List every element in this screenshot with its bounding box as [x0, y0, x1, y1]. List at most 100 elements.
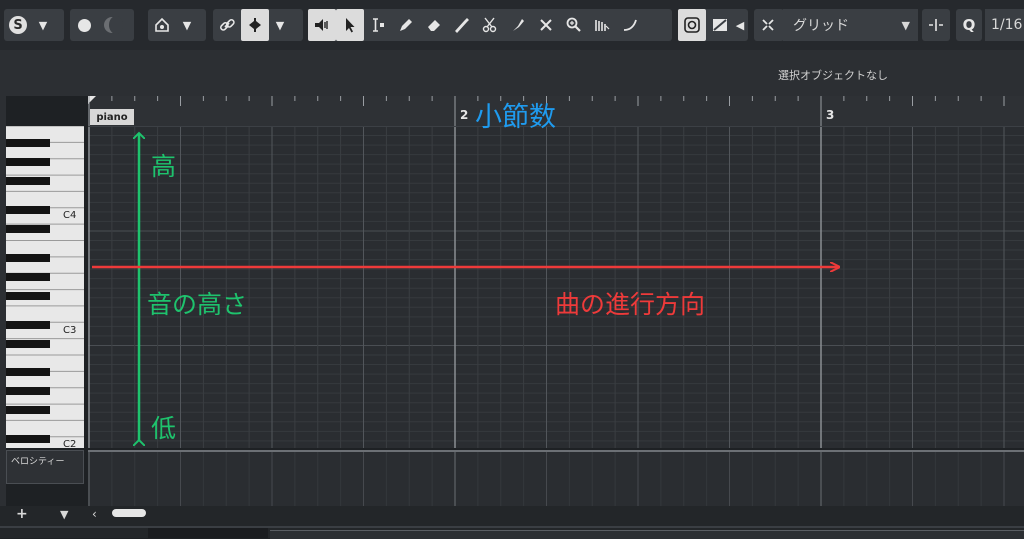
black-key[interactable] [6, 177, 50, 186]
quantize-value: 1/16 [991, 17, 1023, 33]
edit-icon [684, 17, 700, 33]
quantize-label: Q [962, 16, 976, 34]
add-lane-button[interactable]: + [16, 506, 28, 522]
range-tool[interactable] [364, 9, 392, 41]
chevron-down-icon[interactable]: ▼ [176, 9, 198, 41]
snap-button[interactable] [706, 9, 734, 41]
chevron-left-icon[interactable]: ◀ [734, 9, 746, 41]
black-key[interactable] [6, 253, 50, 262]
piano-keyboard[interactable]: C4 C3 C2 [6, 126, 84, 448]
black-key[interactable] [6, 320, 50, 329]
note-editor-area[interactable] [88, 96, 1024, 448]
measure-number: 2 [460, 108, 469, 122]
ruler[interactable] [88, 96, 1024, 127]
snap-point-group [754, 9, 784, 41]
white-key-lines [6, 126, 84, 438]
pointer-icon [346, 18, 355, 33]
monitor-button[interactable] [98, 9, 126, 41]
grid-type-select[interactable]: グリッド ▼ [783, 9, 918, 41]
line-tool-icon [595, 20, 610, 31]
black-key[interactable] [6, 406, 50, 415]
black-key[interactable] [6, 339, 50, 348]
link-group: ▼ [213, 9, 303, 41]
mute-tool[interactable] [532, 9, 560, 41]
glue-tool[interactable] [504, 9, 532, 41]
quantize-button[interactable]: Q [956, 9, 982, 41]
scroll-left-icon[interactable]: ‹ [92, 507, 97, 521]
black-key[interactable] [6, 435, 50, 444]
chevron-down-icon[interactable]: ▼ [32, 9, 54, 41]
record-button[interactable] [70, 9, 98, 41]
zoom-tool[interactable] [560, 9, 588, 41]
measure-annotation: 小節数 [475, 102, 556, 133]
black-key[interactable] [6, 272, 50, 281]
measure-number: 3 [826, 108, 835, 122]
erase-tool[interactable] [420, 9, 448, 41]
trim-tool[interactable] [448, 9, 476, 41]
horizontal-scrollbar-thumb[interactable] [112, 509, 146, 517]
autoscroll-button[interactable] [241, 9, 269, 41]
black-key[interactable] [6, 206, 50, 215]
grid-type-value: グリッド [793, 18, 849, 34]
selection-status: 選択オブジェクトなし [778, 69, 888, 82]
quantize-offset-button[interactable] [922, 9, 950, 41]
black-key[interactable] [6, 387, 50, 396]
key-label-c3: C3 [63, 325, 77, 336]
draw-tool[interactable] [392, 9, 420, 41]
black-key[interactable] [6, 368, 50, 377]
solo-icon: S [9, 16, 27, 34]
chevron-down-icon[interactable]: ▼ [269, 9, 291, 41]
high-annotation: 高 [151, 152, 177, 181]
pitch-annotation: 音の高さ [147, 290, 248, 319]
tools-group [308, 9, 672, 41]
record-icon [77, 18, 91, 32]
speaker-icon [315, 19, 328, 31]
inspector-group: ▼ [148, 9, 206, 41]
quantize-offset-group [922, 9, 950, 41]
bottom-bar: + ▼ ‹ [0, 506, 1024, 539]
editor-grid [88, 125, 1024, 448]
velocity-lane-selector[interactable]: ベロシティー [6, 450, 84, 484]
line-tool[interactable] [588, 9, 616, 41]
chevron-down-icon: ▼ [901, 18, 910, 32]
key-label-c2: C2 [63, 439, 77, 448]
edit-in-place-button[interactable] [678, 9, 706, 41]
link-icon [219, 18, 235, 31]
toolbar: S ▼ ▼ ▼ ◀ グリッド ▼ Q 1/16 [0, 0, 1024, 50]
eraser-icon [428, 20, 440, 31]
black-key[interactable] [6, 139, 50, 148]
quantize-value-select[interactable]: 1/16 [985, 9, 1024, 41]
snap-group: ◀ [678, 9, 748, 41]
solo-button[interactable]: S [4, 9, 32, 41]
black-key[interactable] [6, 158, 50, 167]
snap-icon [713, 19, 727, 31]
black-key[interactable] [6, 225, 50, 234]
tab-strip [148, 528, 268, 538]
black-key[interactable] [6, 291, 50, 300]
inspector-button[interactable] [148, 9, 176, 41]
snap-point-button[interactable] [754, 9, 782, 41]
velocity-lane[interactable] [88, 450, 1024, 508]
key-label-c4: C4 [63, 210, 77, 221]
track-name-label: piano [90, 109, 134, 125]
pencil-icon [400, 19, 412, 31]
record-group [70, 9, 134, 41]
curve-icon [623, 19, 637, 31]
object-selection-tool[interactable] [336, 9, 364, 41]
acoustic-feedback-button[interactable] [308, 9, 336, 41]
autoscroll-icon [249, 18, 261, 32]
offset-icon [929, 19, 943, 31]
solo-group: S ▼ [4, 9, 64, 41]
velocity-label: ベロシティー [11, 457, 65, 467]
direction-annotation: 曲の進行方向 [555, 290, 706, 319]
home-icon [155, 17, 169, 32]
ruler-ticks [88, 96, 1005, 126]
scissors-icon [482, 17, 497, 33]
lane-menu-button[interactable]: ▼ [60, 508, 68, 521]
knife-icon [455, 18, 469, 34]
quantize-group: Q [956, 9, 982, 41]
glue-icon [513, 19, 524, 31]
split-tool[interactable] [476, 9, 504, 41]
curve-tool[interactable] [616, 9, 644, 41]
link-button[interactable] [213, 9, 241, 41]
